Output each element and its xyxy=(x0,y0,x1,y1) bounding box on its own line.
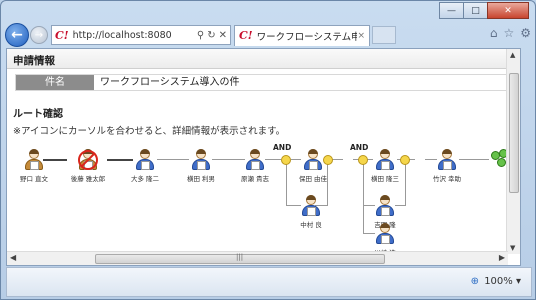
back-arrow-icon: ← xyxy=(11,27,23,43)
status-bar: ⊕ 100% ▾ xyxy=(6,267,532,297)
maximize-button[interactable]: □ xyxy=(463,2,488,19)
approver-name: 大多 隆二 xyxy=(130,175,160,183)
approver-icon[interactable] xyxy=(303,149,323,171)
scroll-left-icon[interactable]: ◀ xyxy=(10,253,16,262)
and-label: AND xyxy=(350,143,369,152)
approver-icon[interactable] xyxy=(191,149,211,171)
subject-value: ワークフローシステム導入の件 xyxy=(100,77,240,88)
forward-arrow-icon: → xyxy=(34,29,44,41)
section-header: 申請情報 xyxy=(7,49,520,69)
and-node[interactable] xyxy=(281,155,291,165)
tab-logo: C! xyxy=(239,29,253,42)
approver-name: 横田 隆三 xyxy=(370,175,400,183)
branch-connector xyxy=(363,233,375,234)
window-controls: — □ ✕ xyxy=(439,2,529,19)
url-text[interactable]: http://localhost:8080 xyxy=(73,30,197,41)
route-connector xyxy=(425,159,437,160)
branch-connector xyxy=(363,205,375,206)
approver-name: 後藤 雅太郎 xyxy=(70,175,106,183)
branch-connector xyxy=(405,164,406,206)
approver-icon[interactable] xyxy=(245,149,265,171)
approver-icon[interactable] xyxy=(24,149,44,171)
branch-connector xyxy=(286,205,301,206)
scroll-right-icon[interactable]: ▶ xyxy=(499,253,505,262)
subject-label: 件名 xyxy=(16,75,94,90)
scroll-up-icon[interactable]: ▲ xyxy=(510,51,515,59)
minimize-button[interactable]: — xyxy=(439,2,464,19)
zoom-control[interactable]: ⊕ 100% ▾ xyxy=(471,276,521,287)
vertical-scroll-thumb[interactable] xyxy=(509,73,519,193)
route-note: ※アイコンにカーソルを合わせると、詳細情報が表示されます。 xyxy=(13,126,286,137)
tab-title: ワークフローシステム申... xyxy=(256,31,358,43)
approver-name: 横田 利男 xyxy=(186,175,216,183)
browser-tab[interactable]: C! ワークフローシステム申... × xyxy=(234,24,370,46)
page-content: 申請情報 件名 ワークフローシステム導入の件 ルート確認 ※アイコンにカーソルを… xyxy=(6,48,521,266)
stop-icon[interactable]: ✕ xyxy=(219,30,227,41)
route-connector xyxy=(291,159,301,160)
route-connector xyxy=(157,159,189,160)
route-connector xyxy=(265,159,281,160)
horizontal-scroll-thumb[interactable]: ||| xyxy=(95,253,385,264)
search-icon[interactable]: ⚲ xyxy=(197,30,204,41)
approver-name: 中村 良 xyxy=(300,221,322,229)
branch-connector xyxy=(395,205,405,206)
route-connector xyxy=(43,159,67,161)
approver-icon[interactable] xyxy=(135,149,155,171)
back-button[interactable]: ← xyxy=(5,23,29,47)
zoom-icon: ⊕ xyxy=(470,276,479,287)
gear-icon[interactable]: ⚙ xyxy=(520,26,531,40)
close-window-button[interactable]: ✕ xyxy=(487,2,529,19)
zoom-level: 100% xyxy=(484,276,513,287)
and-node[interactable] xyxy=(358,155,368,165)
scroll-down-icon[interactable]: ▼ xyxy=(510,244,515,252)
approver-name: 保田 由佳 xyxy=(298,175,328,183)
approver-name: 野口 直文 xyxy=(19,175,49,183)
new-tab-button[interactable] xyxy=(372,26,396,44)
scroll-grip-icon: ||| xyxy=(236,253,244,261)
approver-icon[interactable] xyxy=(375,223,395,245)
approver-icon[interactable] xyxy=(375,149,395,171)
vertical-scrollbar[interactable]: ▲ ▼ xyxy=(506,49,520,254)
approver-icon[interactable] xyxy=(301,195,321,217)
refresh-icon[interactable]: ↻ xyxy=(207,30,215,41)
forward-button[interactable]: → xyxy=(30,26,48,44)
and-node[interactable] xyxy=(400,155,410,165)
address-bar[interactable]: C! http://localhost:8080 ⚲ ↻ ✕ xyxy=(51,25,231,45)
branch-connector xyxy=(327,164,328,206)
branch-connector xyxy=(286,164,287,206)
route-connector xyxy=(107,159,133,161)
horizontal-scrollbar[interactable]: ◀ ||| ▶ xyxy=(7,251,508,265)
chevron-down-icon[interactable]: ▾ xyxy=(516,276,521,287)
approver-icon[interactable] xyxy=(437,149,457,171)
approver-name: 原瀬 貴志 xyxy=(240,175,270,183)
site-logo: C! xyxy=(55,28,69,42)
denied-icon xyxy=(78,150,98,170)
star-icon[interactable]: ☆ xyxy=(503,26,514,40)
route-connector xyxy=(459,159,489,160)
approver-name: 竹沢 幸助 xyxy=(432,175,462,183)
tab-close-button[interactable]: × xyxy=(357,31,365,41)
subject-row: 件名 ワークフローシステム導入の件 xyxy=(15,74,512,91)
and-node[interactable] xyxy=(323,155,333,165)
approver-icon[interactable] xyxy=(375,195,395,217)
browser-toolbar: ← → C! http://localhost:8080 ⚲ ↻ ✕ C! ワー… xyxy=(5,23,533,47)
and-label: AND xyxy=(273,143,292,152)
route-connector xyxy=(212,159,245,160)
route-title: ルート確認 xyxy=(13,109,63,120)
approval-route: AND AND 野口 直文 後藤 雅太郎 大多 隆二 横田 利男 原瀬 貴志 保… xyxy=(7,143,520,265)
home-icon[interactable]: ⌂ xyxy=(490,26,498,40)
browser-window: — □ ✕ ← → C! http://localhost:8080 ⚲ ↻ ✕… xyxy=(0,0,536,300)
